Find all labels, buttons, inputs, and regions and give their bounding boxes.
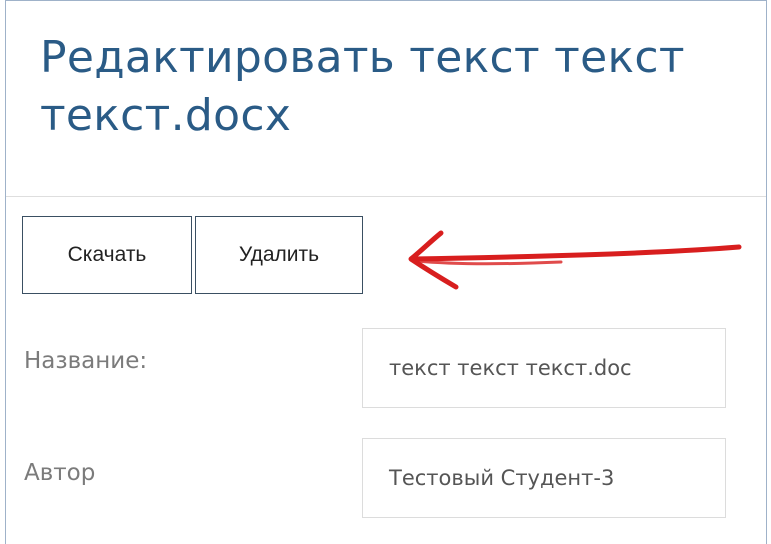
name-field[interactable]: текст текст текст.doc [362, 328, 726, 408]
panel-header: Редактировать текст текст текст.docx [6, 1, 766, 197]
name-label: Название: [24, 348, 148, 374]
hand-drawn-arrow-left-icon [408, 230, 742, 290]
download-button[interactable]: Скачать [22, 216, 192, 294]
author-label: Автор [24, 460, 96, 486]
author-field[interactable]: Тестовый Студент-3 [362, 438, 726, 518]
edit-file-panel: Редактировать текст текст текст.docx Ска… [5, 0, 767, 544]
page-title: Редактировать текст текст текст.docx [40, 32, 685, 141]
delete-button[interactable]: Удалить [195, 216, 363, 294]
